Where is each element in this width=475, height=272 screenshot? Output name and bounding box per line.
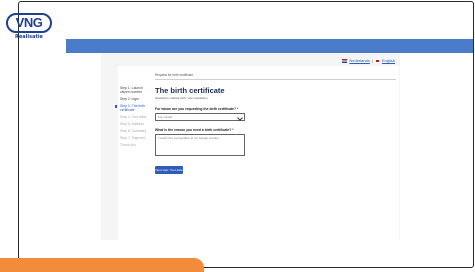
question-requester-label: For whom are you requesting the birth ce…: [155, 107, 239, 111]
step-item[interactable]: Step 1: Launch citizen number: [118, 86, 152, 94]
step-item[interactable]: Step 2: login: [118, 97, 152, 101]
top-banner: [66, 39, 473, 53]
form-column: The birth certificate Questions marked w…: [155, 87, 305, 174]
flag-nl-icon: [342, 58, 348, 63]
step-list: Step 1: Launch citizen number Step 2: lo…: [115, 86, 152, 150]
step-item-active[interactable]: Step 3: The birth certificate: [115, 104, 152, 112]
step-item: Step 6: Summary: [120, 129, 147, 133]
orange-footer-tab: [0, 258, 204, 272]
active-step-marker: [115, 104, 117, 108]
logo-tagline: Realisatie: [15, 34, 43, 40]
form-title: The birth certificate: [155, 86, 225, 95]
next-step-button[interactable]: Next step: Your data: [155, 166, 183, 174]
flag-en-icon: [374, 58, 380, 63]
requester-select[interactable]: For myself: [155, 113, 245, 121]
page-area: Nederlands | English Request for birth c…: [101, 53, 400, 240]
vng-logo: VNG Realisatie: [4, 13, 54, 40]
card-header: Request for birth certificate: [155, 73, 396, 80]
step-item: Step 4: Your data: [120, 115, 147, 119]
step-item: Step 5: Address: [120, 122, 144, 126]
language-link-nl[interactable]: Nederlands: [349, 58, 369, 63]
step-item: Step 7: Payment: [120, 136, 146, 140]
language-separator: |: [371, 58, 373, 63]
logo-badge: VNG: [6, 13, 52, 33]
step-item-label: Step 3: The birth certificate: [120, 104, 146, 112]
form-hint: Questions marked with * are mandatory.: [155, 96, 209, 100]
reason-textarea[interactable]: I need it for a procedure at my foreign …: [155, 134, 245, 156]
content-card: Request for birth certificate Step 1: La…: [115, 66, 399, 240]
requester-select-value: For myself: [158, 115, 173, 119]
question-reason-label: What is the reason you need a birth cert…: [155, 128, 234, 132]
language-switcher: Nederlands | English: [342, 58, 395, 63]
chevron-down-icon: [237, 114, 243, 121]
language-link-en[interactable]: English: [382, 58, 395, 63]
step-item: Thank you: [120, 143, 136, 147]
